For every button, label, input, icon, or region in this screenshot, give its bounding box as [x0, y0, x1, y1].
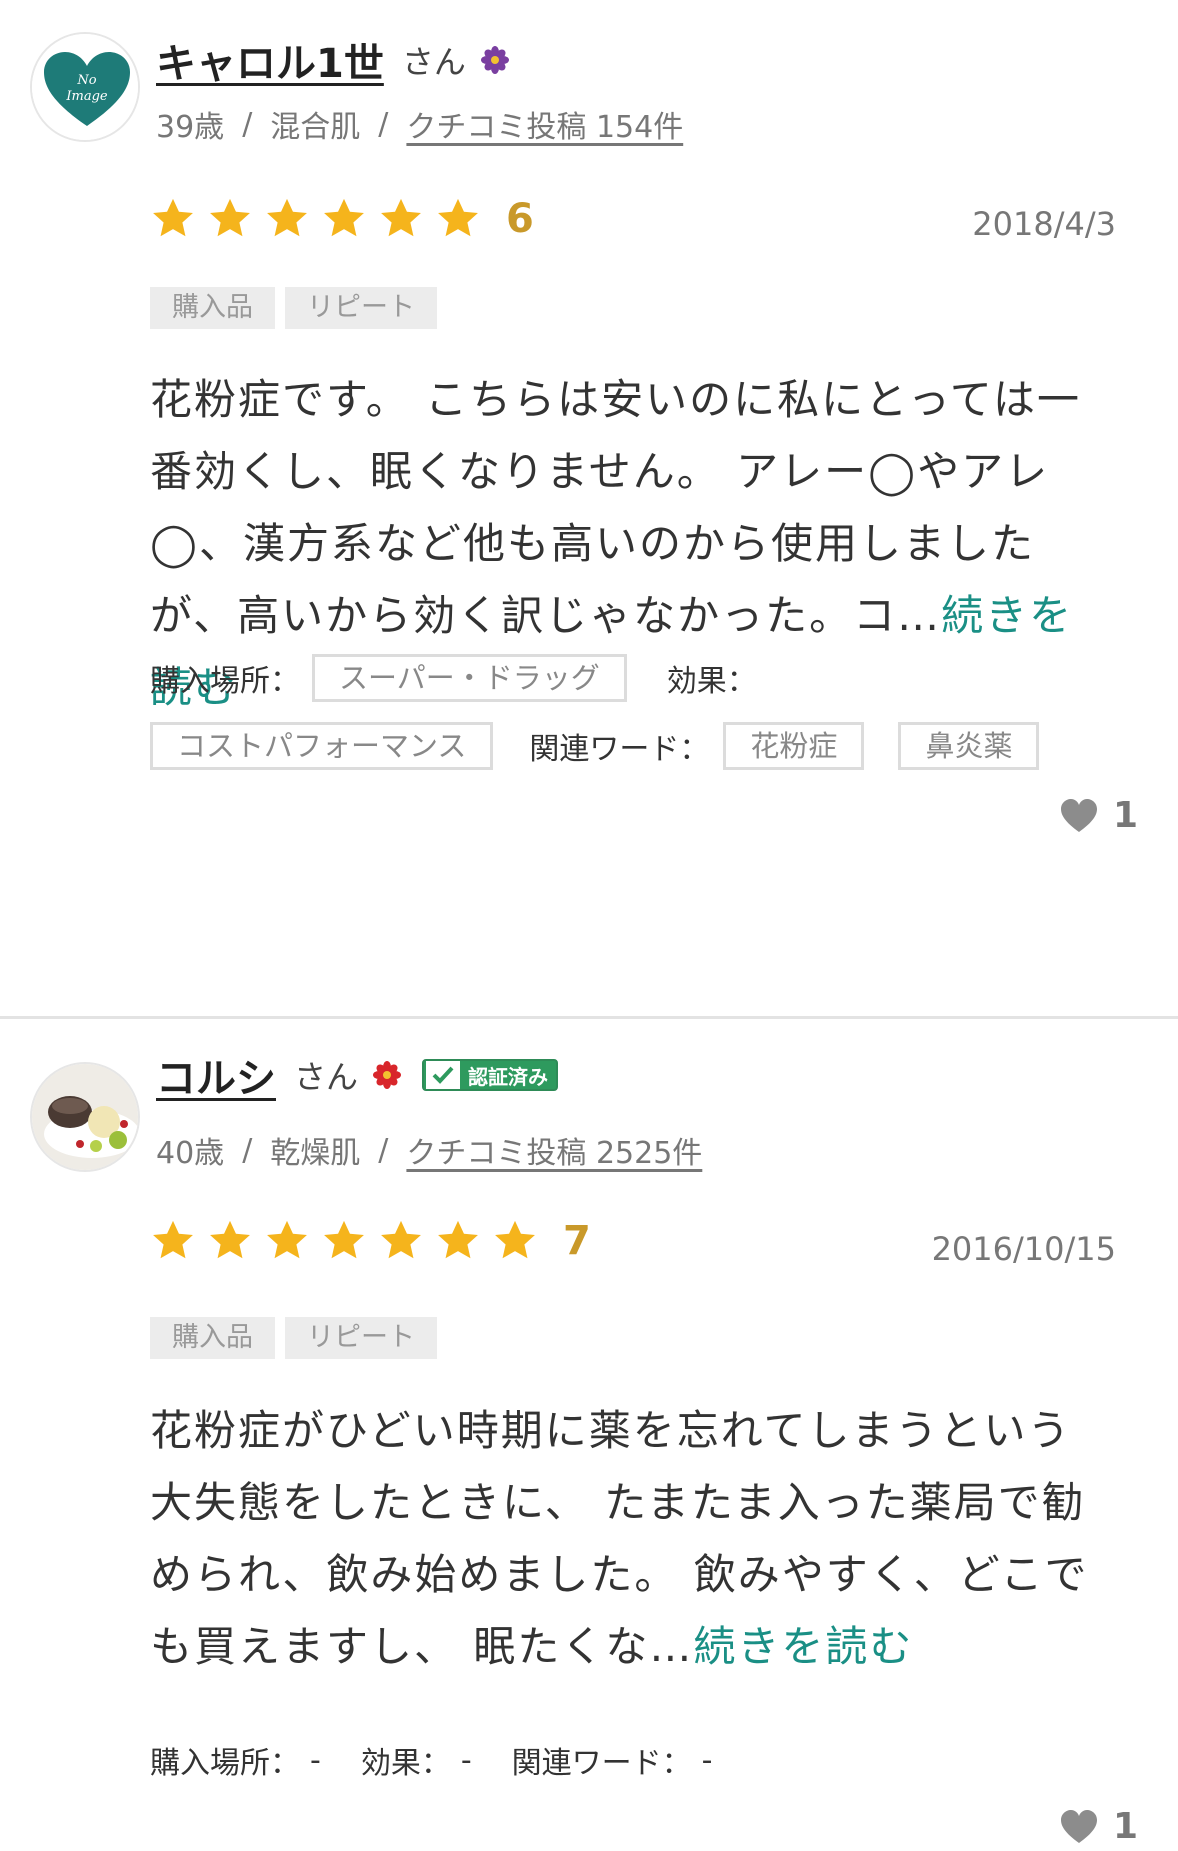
star-icon — [210, 1220, 250, 1259]
star-rating — [150, 1218, 549, 1264]
rating-score: 6 — [506, 196, 534, 242]
review-tags: 購入品 リピート — [150, 287, 447, 329]
user-line: コルシ さん 認証済み — [156, 1045, 559, 1105]
user-name-link[interactable]: キャロル1世 — [156, 31, 384, 89]
separator: / — [242, 1132, 253, 1168]
separator: / — [242, 106, 253, 142]
user-name-link[interactable]: コルシ — [156, 1046, 276, 1104]
tag-repeat: リピート — [285, 287, 437, 329]
read-more-link[interactable]: 続きを読む — [693, 1622, 913, 1671]
avatar[interactable]: No Image — [30, 32, 140, 142]
review-date: 2018/4/3 — [972, 205, 1116, 243]
avatar[interactable] — [30, 1062, 140, 1172]
purchase-chip[interactable]: スーパー・ドラッグ — [312, 654, 627, 702]
separator: / — [378, 1132, 389, 1168]
rating-score: 7 — [563, 1218, 591, 1264]
post-count-link[interactable]: クチコミ投稿 154件 — [406, 102, 683, 146]
honorific: さん — [294, 1058, 359, 1096]
tag-purchased: 購入品 — [150, 1317, 275, 1359]
purchase-value: - — [310, 1742, 321, 1778]
flower-icon — [480, 45, 510, 75]
user-line: キャロル1世 さん — [156, 30, 510, 90]
effect-value: - — [460, 1742, 472, 1778]
tag-purchased: 購入品 — [150, 287, 275, 329]
star-icon — [210, 198, 250, 237]
review-divider — [0, 1016, 1178, 1019]
svg-text:Image: Image — [65, 89, 108, 104]
star-icon — [153, 198, 193, 237]
review-tags: 購入品 リピート — [150, 1317, 447, 1359]
honorific: さん — [401, 43, 466, 81]
keyword-value: - — [701, 1742, 713, 1778]
star-icon — [495, 1220, 535, 1259]
age: 40歳 — [156, 1136, 225, 1171]
star-icon — [381, 1220, 421, 1259]
star-icon — [267, 198, 307, 237]
effect-keyword-row: コストパフォーマンス 関連ワード： 花粉症 鼻炎薬 — [150, 722, 1040, 770]
dessert-photo-avatar — [32, 1064, 138, 1170]
rating: 7 — [150, 1218, 591, 1264]
like-button[interactable]: 1 — [1059, 1806, 1138, 1847]
effect-label: 効果： — [666, 664, 757, 699]
purchase-label: 購入場所： — [150, 664, 300, 699]
star-icon — [438, 198, 478, 237]
skin-type: 乾燥肌 — [270, 1136, 361, 1171]
heart-icon — [1060, 798, 1097, 832]
verified-badge: 認証済み — [422, 1059, 559, 1091]
keyword-label: 関連ワード： — [529, 732, 710, 767]
post-count-link[interactable]: クチコミ投稿 2525件 — [406, 1128, 702, 1172]
star-icon — [438, 1220, 478, 1259]
like-count: 1 — [1112, 1806, 1138, 1847]
tag-repeat: リピート — [285, 1317, 437, 1359]
review-card: コルシ さん 認証済み 40歳 / 乾燥肌 / クチコミ投稿 2525件 7 2… — [0, 1020, 1178, 1851]
like-count: 1 — [1112, 795, 1138, 836]
star-icon — [324, 1220, 364, 1259]
star-icon — [267, 1220, 307, 1259]
check-icon — [426, 1061, 461, 1089]
review-text: 花粉症がひどい時期に薬を忘れてしまうという大失態をしたときに、 たまたま入った薬… — [150, 1406, 1089, 1671]
keyword-chip[interactable]: 鼻炎薬 — [898, 722, 1040, 770]
heart-icon — [1060, 1809, 1097, 1843]
star-icon — [324, 198, 364, 237]
star-icon — [153, 1220, 193, 1259]
verified-label: 認証済み — [468, 1064, 549, 1089]
skin-type: 混合肌 — [270, 110, 361, 145]
detail-row: 購入場所： - 効果： - 関連ワード： - — [150, 1738, 712, 1782]
rating: 6 — [150, 196, 534, 242]
flower-icon — [372, 1060, 402, 1090]
user-meta: 39歳 / 混合肌 / クチコミ投稿 154件 — [156, 102, 683, 146]
separator: / — [378, 106, 389, 142]
review-date: 2016/10/15 — [931, 1230, 1116, 1268]
effect-label: 効果： — [360, 1746, 451, 1781]
star-rating — [150, 196, 492, 242]
effect-chip[interactable]: コストパフォーマンス — [150, 722, 494, 770]
keyword-chip[interactable]: 花粉症 — [723, 722, 865, 770]
review-card: No Image キャロル1世 さん 39歳 / 混合肌 / クチコミ投稿 15… — [0, 0, 1178, 1019]
no-image-heart-icon: No Image — [32, 34, 138, 140]
purchase-row: 購入場所： スーパー・ドラッグ 効果： — [150, 654, 757, 702]
like-button[interactable]: 1 — [1059, 795, 1138, 836]
user-meta: 40歳 / 乾燥肌 / クチコミ投稿 2525件 — [156, 1128, 702, 1172]
star-icon — [381, 198, 421, 237]
age: 39歳 — [156, 110, 225, 145]
svg-text:No: No — [76, 73, 96, 88]
keyword-label: 関連ワード： — [511, 1746, 692, 1781]
review-body: 花粉症がひどい時期に薬を忘れてしまうという大失態をしたときに、 たまたま入った薬… — [150, 1395, 1110, 1683]
purchase-label: 購入場所： — [150, 1746, 300, 1781]
